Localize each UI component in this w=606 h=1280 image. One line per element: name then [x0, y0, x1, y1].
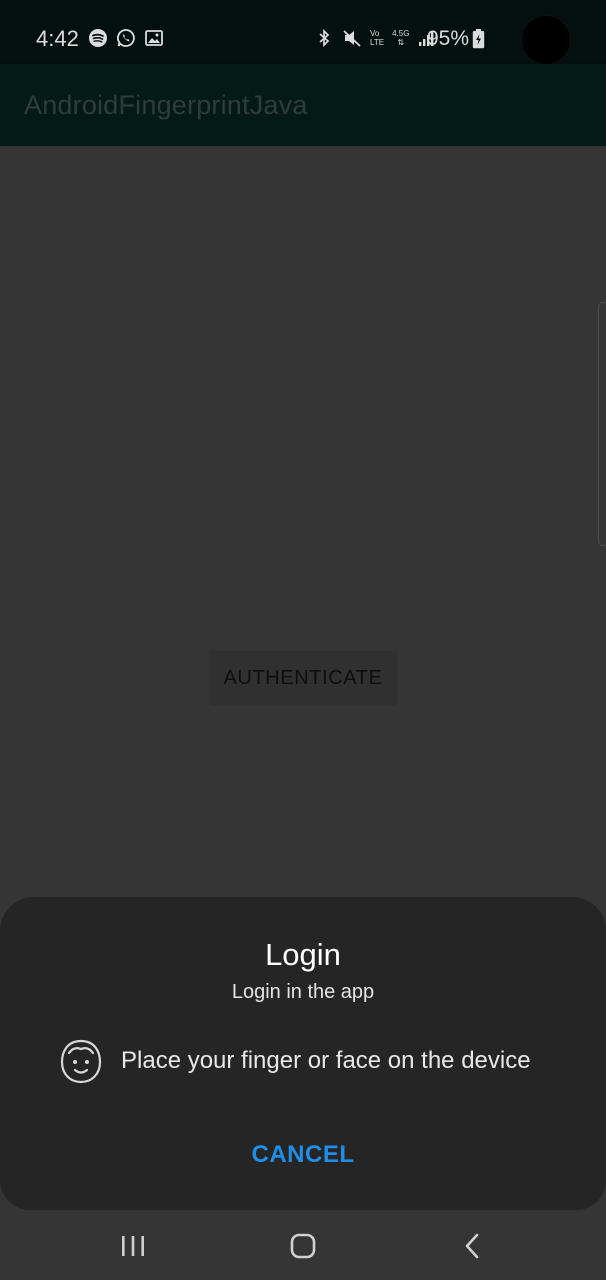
recents-icon — [122, 1236, 144, 1256]
system-icons: Vo LTE 4.5G ⇅ — [314, 28, 437, 48]
home-icon — [290, 1233, 316, 1259]
app-bar: AndroidFingerprintJava — [0, 64, 606, 146]
recents-button[interactable] — [113, 1230, 153, 1262]
cancel-button[interactable]: CANCEL — [238, 1133, 368, 1177]
navigation-bar — [0, 1212, 606, 1280]
status-time: 4:42 — [36, 26, 79, 51]
prompt-title: Login — [265, 937, 341, 972]
prompt-message: Place your finger or face on the device — [121, 1047, 531, 1074]
back-icon — [465, 1233, 479, 1259]
prompt-subtitle: Login in the app — [231, 981, 375, 1003]
volte-icon: Vo LTE — [370, 29, 384, 47]
authenticate-button[interactable]: AUTHENTICATE — [209, 651, 397, 706]
battery-percent: 95% — [427, 27, 470, 50]
network-4-5g-icon: 4.5G ⇅ — [392, 29, 409, 47]
status-bar: 4:42 Vo LTE 4.5G ⇅ 95% — [0, 0, 606, 65]
volte-label-top: Vo — [370, 29, 380, 38]
bluetooth-icon — [319, 28, 330, 48]
face-icon — [60, 1039, 102, 1084]
camera-cutout — [521, 15, 571, 65]
battery-charging-icon — [472, 29, 485, 49]
back-button[interactable] — [453, 1230, 493, 1262]
network-label: 4.5G — [392, 29, 410, 38]
data-arrows-icon: ⇅ — [397, 38, 405, 47]
edge-panel-handle[interactable] — [598, 302, 606, 546]
mute-icon — [343, 30, 361, 47]
app-title: AndroidFingerprintJava — [24, 90, 308, 120]
volte-label-bottom: LTE — [370, 38, 385, 47]
whatsapp-icon — [117, 29, 135, 47]
biometric-prompt-sheet: Login Login in the app Place your finger… — [0, 897, 606, 1210]
notification-icons — [88, 28, 164, 48]
home-button[interactable] — [283, 1230, 323, 1262]
gallery-icon — [145, 30, 163, 46]
spotify-icon — [89, 29, 107, 47]
